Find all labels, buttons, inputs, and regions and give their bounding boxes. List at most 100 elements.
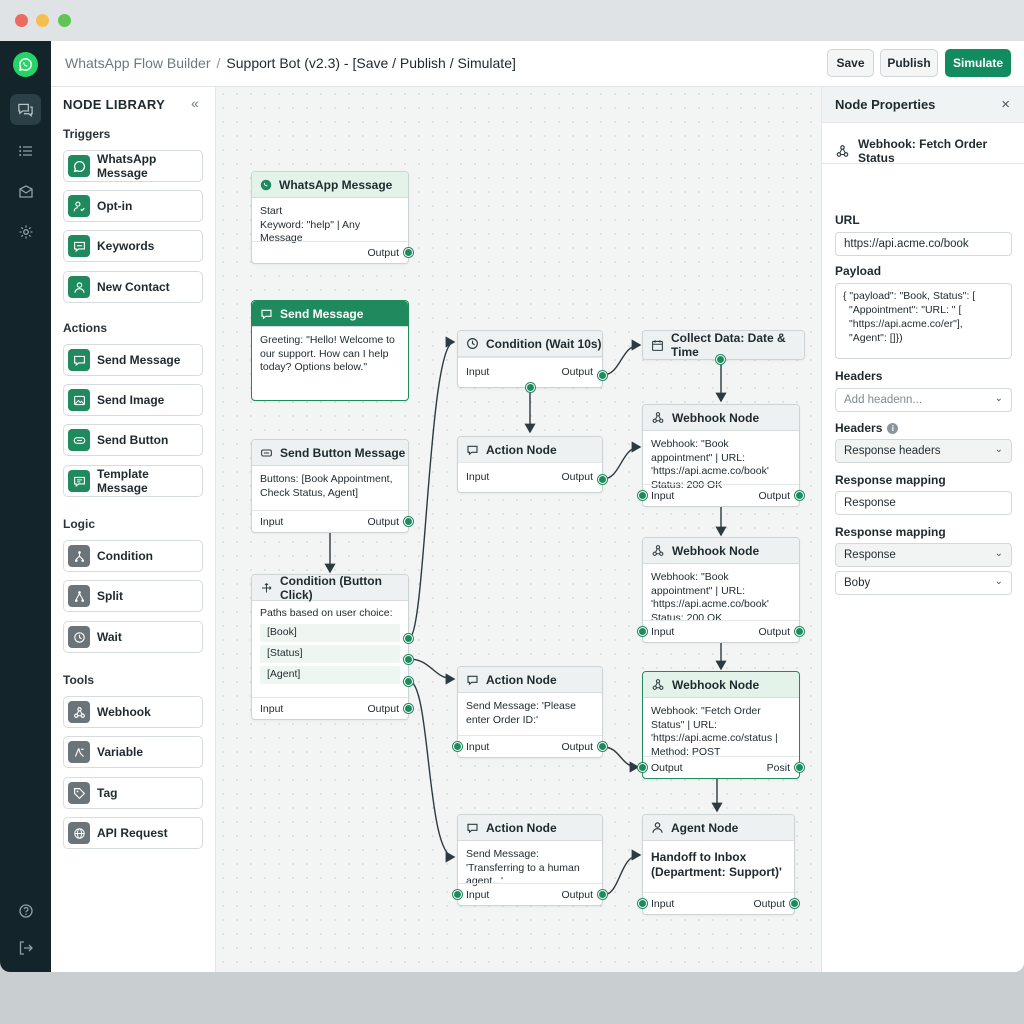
webhook-icon bbox=[651, 544, 665, 557]
url-field[interactable]: https://api.acme.co/book bbox=[835, 232, 1012, 256]
publish-button[interactable]: Publish bbox=[880, 49, 938, 77]
node-action-1[interactable]: Action Node Input Output bbox=[457, 436, 607, 493]
input-port[interactable] bbox=[453, 742, 462, 751]
status-port[interactable] bbox=[404, 655, 413, 664]
body-select[interactable]: Boby ⌄ bbox=[835, 571, 1012, 595]
library-item-new-contact[interactable]: New Contact bbox=[63, 271, 203, 303]
node-condition-wait[interactable]: Condition (Wait 10s) Input Output bbox=[457, 330, 607, 392]
port-label-output: Output bbox=[561, 889, 593, 901]
library-item-webhook[interactable]: Webhook bbox=[63, 696, 203, 728]
window-titlebar bbox=[0, 0, 1024, 41]
info-icon[interactable]: i bbox=[887, 422, 899, 434]
input-port[interactable] bbox=[453, 890, 462, 899]
headers-select[interactable]: Add headenn... ⌄ bbox=[835, 388, 1012, 412]
output-port[interactable] bbox=[790, 899, 799, 908]
breadcrumb: WhatsApp Flow Builder / Support Bot (v2.3)… bbox=[65, 55, 516, 71]
flow-canvas[interactable]: WhatsApp Message Start Keyword: "help" |… bbox=[216, 87, 821, 972]
node-whatsapp-trigger[interactable]: WhatsApp Message Start Keyword: "help" |… bbox=[251, 171, 413, 264]
output-port[interactable] bbox=[598, 890, 607, 899]
edge-status-to-action bbox=[408, 658, 456, 685]
breadcrumb-app[interactable]: WhatsApp Flow Builder bbox=[65, 55, 211, 71]
save-button[interactable]: Save bbox=[827, 49, 874, 77]
button-icon bbox=[260, 447, 273, 459]
list-icon[interactable] bbox=[10, 135, 41, 166]
port-label-input: Input bbox=[651, 898, 675, 910]
node-condition-button-click[interactable]: Condition (Button Click) Paths based on … bbox=[251, 573, 413, 720]
payload-label: Payload bbox=[835, 264, 882, 278]
node-agent[interactable]: Agent Node Handoff to Inbox (Department:… bbox=[638, 814, 799, 915]
node-text: Webhook: "Book appointment" | URL: 'http… bbox=[651, 438, 769, 491]
output-port[interactable] bbox=[404, 248, 413, 257]
output-port[interactable] bbox=[598, 475, 607, 484]
library-item-send-message[interactable]: Send Message bbox=[63, 344, 203, 376]
node-text: Handoff to Inbox (Department: Support)' bbox=[651, 850, 782, 879]
input-port[interactable] bbox=[638, 491, 647, 500]
input-port[interactable] bbox=[638, 899, 647, 908]
response-headers-select[interactable]: Response headers ⌄ bbox=[835, 439, 1012, 463]
library-item-api-request[interactable]: API Request bbox=[63, 817, 203, 849]
response-mapping-select[interactable]: Response ⌄ bbox=[835, 543, 1012, 567]
node-footer: Input Output bbox=[458, 462, 602, 492]
node-header: Action Node bbox=[458, 667, 602, 693]
minimize-window-button[interactable] bbox=[36, 14, 49, 27]
inbox-icon[interactable] bbox=[10, 176, 41, 207]
library-item-send-button[interactable]: Send Button bbox=[63, 424, 203, 456]
node-send-button-message[interactable]: Send Button Message Buttons: [Book Appoi… bbox=[251, 439, 413, 533]
node-text: Buttons: [Book Appointment, Check Status… bbox=[260, 473, 393, 499]
chat-icon[interactable] bbox=[10, 94, 41, 125]
library-item-template-message[interactable]: Template Message bbox=[63, 465, 203, 497]
output-port[interactable] bbox=[404, 517, 413, 526]
node-webhook-fetch-order-status[interactable]: Webhook Node Webhook: "Fetch Order Statu… bbox=[638, 671, 804, 779]
node-action-transfer[interactable]: Action Node Send Message: 'Transferring … bbox=[453, 814, 607, 906]
book-port[interactable] bbox=[404, 634, 413, 643]
condition-path-status[interactable]: [Status] bbox=[260, 644, 400, 663]
bottom-port[interactable] bbox=[526, 383, 535, 392]
output-port[interactable] bbox=[795, 763, 804, 772]
condition-path-book[interactable]: [Book] bbox=[260, 623, 400, 642]
node-send-message[interactable]: Send Message Greeting: "Hello! Welcome t… bbox=[251, 300, 409, 401]
library-item-opt-in[interactable]: Opt-in bbox=[63, 190, 203, 222]
node-collect-date-time[interactable]: Collect Data: Date & Time bbox=[642, 330, 805, 364]
divider bbox=[822, 163, 1024, 164]
node-library-title: NODE LIBRARY bbox=[63, 97, 166, 112]
library-item-variable[interactable]: Variable bbox=[63, 736, 203, 768]
output-port[interactable] bbox=[404, 704, 413, 713]
port-label-output: Output bbox=[651, 762, 683, 774]
output-port[interactable] bbox=[598, 371, 607, 380]
close-icon[interactable]: × bbox=[1001, 96, 1010, 113]
bottom-port[interactable] bbox=[716, 355, 725, 364]
condition-path-agent[interactable]: [Agent] bbox=[260, 665, 400, 684]
library-item-split[interactable]: Split bbox=[63, 580, 203, 612]
gear-icon[interactable] bbox=[10, 216, 41, 247]
help-icon[interactable] bbox=[10, 895, 41, 926]
node-webhook-book-1[interactable]: Webhook Node Webhook: "Book appointment"… bbox=[638, 404, 804, 507]
library-item-label: Keywords bbox=[97, 239, 155, 253]
node-title: WhatsApp Message bbox=[279, 177, 393, 192]
payload-textarea[interactable]: { "payload": "Book, Status": [ "Appointm… bbox=[835, 283, 1012, 359]
output-port[interactable] bbox=[598, 742, 607, 751]
node-title: Condition (Button Click) bbox=[280, 573, 382, 602]
collapse-panel-icon[interactable]: « bbox=[191, 95, 199, 111]
logout-icon[interactable] bbox=[10, 932, 41, 963]
simulate-button[interactable]: Simulate bbox=[945, 49, 1011, 77]
chevron-down-icon: ⌄ bbox=[994, 548, 1003, 559]
close-window-button[interactable] bbox=[15, 14, 28, 27]
input-port[interactable] bbox=[638, 763, 647, 772]
library-item-tag[interactable]: Tag bbox=[63, 777, 203, 809]
message-icon bbox=[68, 349, 90, 371]
node-header: Collect Data: Date & Time bbox=[643, 331, 804, 359]
node-action-order-id[interactable]: Action Node Send Message: 'Please enter … bbox=[453, 666, 607, 758]
library-item-wait[interactable]: Wait bbox=[63, 621, 203, 653]
agent-port[interactable] bbox=[404, 677, 413, 686]
library-item-send-image[interactable]: Send Image bbox=[63, 384, 203, 416]
node-header: Action Node bbox=[458, 815, 602, 841]
output-port[interactable] bbox=[795, 491, 804, 500]
output-port[interactable] bbox=[795, 627, 804, 636]
library-item-whatsapp-message[interactable]: WhatsApp Message bbox=[63, 150, 203, 182]
node-webhook-book-2[interactable]: Webhook Node Webhook: "Book appointment"… bbox=[638, 537, 804, 643]
response-mapping-field[interactable]: Response bbox=[835, 491, 1012, 515]
library-item-keywords[interactable]: Keywords bbox=[63, 230, 203, 262]
input-port[interactable] bbox=[638, 627, 647, 636]
library-item-condition[interactable]: Condition bbox=[63, 540, 203, 572]
zoom-window-button[interactable] bbox=[58, 14, 71, 27]
